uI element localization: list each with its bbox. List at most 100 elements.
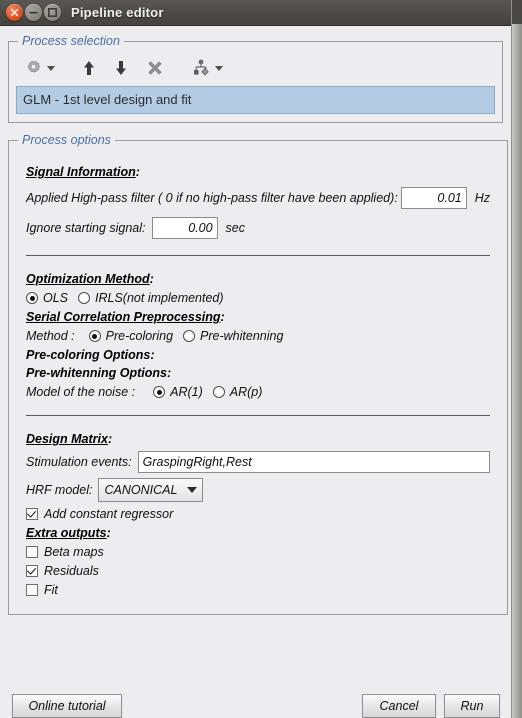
pipeline-structure-button[interactable] xyxy=(187,55,227,81)
move-down-button[interactable] xyxy=(109,55,133,81)
ignore-start-label: Ignore starting signal: xyxy=(26,221,146,235)
radio-arp-label: AR(p) xyxy=(229,385,263,399)
arrow-up-icon xyxy=(84,61,94,75)
run-button[interactable]: Run xyxy=(444,694,500,718)
dialog-button-bar: Online tutorial Cancel Run xyxy=(0,685,511,718)
ignore-start-input[interactable] xyxy=(151,217,218,239)
radio-dot-icon xyxy=(153,386,166,398)
checkbox-box-icon xyxy=(26,584,38,596)
chevron-down-icon xyxy=(47,65,55,71)
extra-output-fit-row: Fit xyxy=(26,583,490,597)
process-options-legend: Process options xyxy=(22,133,111,147)
background-window-titlebar-strip xyxy=(512,0,522,24)
checkbox-box-icon xyxy=(26,546,38,558)
online-tutorial-button[interactable]: Online tutorial xyxy=(12,694,122,718)
window-title: Pipeline editor xyxy=(71,5,164,20)
checkbox-beta-maps[interactable]: Beta maps xyxy=(26,545,104,559)
maximize-icon xyxy=(48,8,58,18)
noise-model-row: Model of the noise : AR(1) AR(p) xyxy=(26,385,490,399)
precoloring-options-heading: Pre-coloring Options: xyxy=(26,348,155,362)
radio-prewhitenning-label: Pre-whitenning xyxy=(200,329,284,343)
radio-dot-icon xyxy=(78,292,91,304)
radio-precoloring[interactable]: Pre-coloring xyxy=(88,329,174,343)
optimization-method-heading: Optimization Method: xyxy=(26,272,154,286)
pipeline-editor-window: Pipeline editor Process selection GLM - … xyxy=(0,0,512,718)
extra-output-residuals-row: Residuals xyxy=(26,564,490,578)
process-toolbar xyxy=(16,54,495,82)
radio-dot-icon xyxy=(212,386,225,398)
optimization-method-radios: OLS IRLS(not implemented) xyxy=(26,291,490,305)
cancel-button[interactable]: Cancel xyxy=(362,694,436,718)
hrf-model-select[interactable]: CANONICAL xyxy=(98,478,204,502)
extra-outputs-heading: Extra outputs: xyxy=(26,526,111,540)
chevron-down-icon xyxy=(187,487,198,493)
process-list[interactable]: GLM - 1st level design and fit xyxy=(16,86,495,114)
ignore-start-unit: sec xyxy=(225,221,245,235)
serial-method-label: Method : xyxy=(26,329,75,343)
checkmark-icon xyxy=(26,565,38,577)
radio-dot-icon xyxy=(88,330,101,342)
design-matrix-heading: Design Matrix: xyxy=(26,432,113,446)
pipeline-tree-icon xyxy=(194,59,209,76)
constant-regressor-label: Add constant regressor xyxy=(44,507,174,521)
delete-x-icon xyxy=(148,61,162,75)
separator-1 xyxy=(26,255,491,256)
radio-ar1[interactable]: AR(1) xyxy=(153,385,203,399)
checkbox-residuals[interactable]: Residuals xyxy=(26,564,99,578)
hrf-model-selected-value: CANONICAL xyxy=(104,483,178,497)
serial-correlation-heading: Serial Correlation Preprocessing: xyxy=(26,310,225,324)
close-icon xyxy=(10,8,19,17)
process-selection-group: Process selection GLM - 1st level design… xyxy=(8,34,503,123)
arrow-down-icon xyxy=(116,61,126,75)
highpass-filter-input[interactable] xyxy=(400,187,467,209)
checkbox-fit[interactable]: Fit xyxy=(26,583,58,597)
radio-dot-icon xyxy=(26,292,38,304)
maximize-button[interactable] xyxy=(44,4,61,21)
stimulation-events-row: Stimulation events: xyxy=(26,451,491,473)
background-window-strip xyxy=(512,0,522,718)
highpass-filter-unit: Hz xyxy=(474,191,491,205)
radio-irls[interactable]: IRLS(not implemented) xyxy=(78,291,224,305)
window-content: Process selection GLM - 1st level design… xyxy=(0,34,511,718)
signal-information-heading: Signal Information: xyxy=(26,165,140,179)
minimize-icon xyxy=(29,11,38,14)
residuals-label: Residuals xyxy=(44,564,99,578)
minimize-button[interactable] xyxy=(25,4,42,21)
radio-prewhitenning[interactable]: Pre-whitenning xyxy=(183,329,283,343)
gear-icon xyxy=(27,60,41,73)
window-control-buttons xyxy=(6,4,61,21)
close-button[interactable] xyxy=(6,4,23,21)
process-settings-button[interactable] xyxy=(20,55,59,81)
radio-ols[interactable]: OLS xyxy=(26,291,68,305)
process-selection-legend: Process selection xyxy=(22,34,120,48)
delete-process-button[interactable] xyxy=(141,55,169,81)
radio-dot-icon xyxy=(183,330,196,342)
ignore-start-row: Ignore starting signal: sec xyxy=(26,217,490,239)
radio-precoloring-label: Pre-coloring xyxy=(105,329,174,343)
radio-arp[interactable]: AR(p) xyxy=(212,385,263,399)
process-options-group: Process options Signal Information: Appl… xyxy=(8,133,509,615)
hrf-model-label: HRF model: xyxy=(26,483,93,497)
fit-label: Fit xyxy=(44,583,58,597)
noise-model-label: Model of the noise : xyxy=(26,385,136,399)
stimulation-events-label: Stimulation events: xyxy=(26,455,132,469)
checkmark-icon xyxy=(26,508,38,520)
radio-ols-label: OLS xyxy=(43,291,69,305)
beta-maps-label: Beta maps xyxy=(44,545,104,559)
highpass-filter-label: Applied High-pass filter ( 0 if no high-… xyxy=(26,191,398,205)
stimulation-events-input[interactable] xyxy=(137,451,491,473)
highpass-filter-row: Applied High-pass filter ( 0 if no high-… xyxy=(26,187,490,209)
constant-regressor-row: Add constant regressor xyxy=(26,507,490,521)
hrf-model-row: HRF model: CANONICAL xyxy=(26,478,490,502)
serial-correlation-method-row: Method : Pre-coloring Pre-whitenning xyxy=(26,329,490,343)
process-list-item-glm[interactable]: GLM - 1st level design and fit xyxy=(17,87,494,113)
separator-2 xyxy=(26,415,491,416)
prewhitenning-options-heading: Pre-whitenning Options: xyxy=(26,366,172,380)
window-titlebar: Pipeline editor xyxy=(0,0,511,26)
checkbox-add-constant-regressor[interactable]: Add constant regressor xyxy=(26,507,173,521)
chevron-down-icon xyxy=(215,65,223,71)
radio-ar1-label: AR(1) xyxy=(170,385,203,399)
extra-output-beta-maps-row: Beta maps xyxy=(26,545,490,559)
move-up-button[interactable] xyxy=(77,55,101,81)
radio-irls-label: IRLS(not implemented) xyxy=(95,291,224,305)
